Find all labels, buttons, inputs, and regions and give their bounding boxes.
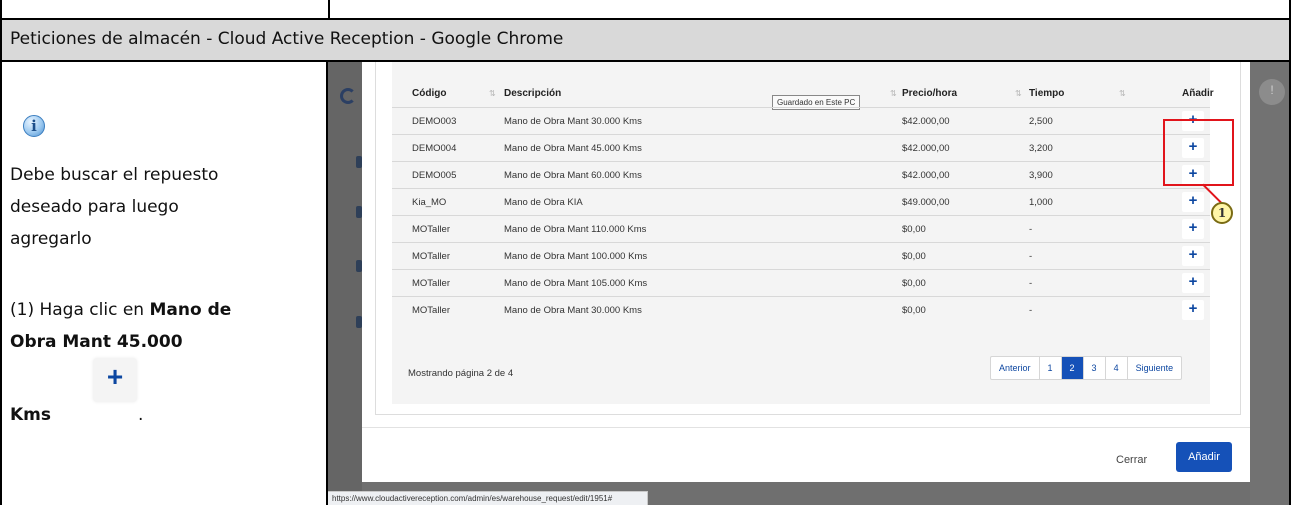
table-row: MOTaller Mano de Obra Mant 100.000 Kms $…	[392, 242, 1210, 269]
plus-icon: +	[1188, 192, 1198, 209]
sort-icon[interactable]: ⇅	[1015, 89, 1022, 98]
window-title: Peticiones de almacén - Cloud Active Rec…	[10, 29, 564, 49]
header-time[interactable]: Tiempo	[1029, 88, 1064, 99]
step-bold-3: Kms	[10, 405, 52, 425]
app-right-dimmed	[1250, 62, 1289, 505]
app-screenshot: ! Código ⇅ Descripción ⇅ Precio/hora ⇅ T…	[328, 62, 1289, 505]
step-prefix: (1) Haga clic en	[10, 300, 150, 320]
table-row: MOTaller Mano de Obra Mant 30.000 Kms $0…	[392, 296, 1210, 323]
step-bold-1: Mano de	[149, 300, 232, 320]
pagination: Anterior 1 2 3 4 Siguiente	[990, 356, 1183, 380]
cell-description: Mano de Obra Mant 30.000 Kms	[504, 116, 642, 127]
instruction-line-3: agregarlo	[10, 229, 92, 249]
instruction-line-1: Debe buscar el repuesto	[10, 165, 219, 185]
table-row: MOTaller Mano de Obra Mant 105.000 Kms $…	[392, 269, 1210, 296]
add-button-image: +	[93, 358, 137, 402]
add-button[interactable]: Añadir	[1176, 442, 1232, 472]
cell-code: MOTaller	[412, 251, 451, 262]
instruction-line-2: deseado para luego	[10, 197, 179, 217]
callout-number-badge: 1	[1211, 202, 1233, 224]
highlight-box	[1163, 119, 1234, 186]
instruction-step-end: Kms	[10, 399, 51, 431]
table-row: MOTaller Mano de Obra Mant 110.000 Kms $…	[392, 215, 1210, 242]
cell-price: $0,00	[902, 278, 926, 289]
add-row-button[interactable]: +	[1182, 219, 1204, 239]
close-button[interactable]: Cerrar	[1116, 454, 1147, 466]
cell-time: -	[1029, 251, 1033, 262]
add-row-button[interactable]: +	[1182, 273, 1204, 293]
window-title-bar: Peticiones de almacén - Cloud Active Rec…	[0, 20, 1291, 62]
step-suffix: .	[138, 405, 144, 425]
cell-code: MOTaller	[412, 305, 451, 316]
cell-description: Mano de Obra KIA	[504, 197, 583, 208]
add-labor-modal: Código ⇅ Descripción ⇅ Precio/hora ⇅ Tie…	[362, 62, 1250, 482]
header-description[interactable]: Descripción	[504, 88, 561, 99]
cell-code: MOTaller	[412, 278, 451, 289]
cell-price: $42.000,00	[902, 143, 950, 154]
pagination-page-active[interactable]: 2	[1061, 357, 1084, 379]
pagination-page[interactable]: 1	[1040, 357, 1062, 379]
plus-icon: +	[106, 361, 124, 392]
logo-icon	[340, 88, 356, 104]
plus-icon: +	[1188, 273, 1198, 290]
header-add: Añadir	[1182, 88, 1214, 99]
pagination-info: Mostrando página 2 de 4	[408, 368, 514, 379]
cell-time: -	[1029, 278, 1033, 289]
header-price[interactable]: Precio/hora	[902, 88, 957, 99]
table-row: DEMO005 Mano de Obra Mant 60.000 Kms $42…	[392, 161, 1210, 188]
table-row: Kia_MO Mano de Obra KIA $49.000,00 1,000…	[392, 188, 1210, 215]
pagination-next[interactable]: Siguiente	[1128, 357, 1182, 379]
pagination-page[interactable]: 3	[1084, 357, 1106, 379]
instruction-panel: i Debe buscar el repuesto deseado para l…	[0, 62, 328, 505]
cell-time: 3,900	[1029, 170, 1053, 181]
cell-price: $42.000,00	[902, 170, 950, 181]
cell-price: $0,00	[902, 305, 926, 316]
sort-icon[interactable]: ⇅	[489, 89, 496, 98]
status-bar-url: https://www.cloudactivereception.com/adm…	[328, 491, 648, 505]
pagination-prev[interactable]: Anterior	[991, 357, 1040, 379]
sort-icon[interactable]: ⇅	[1119, 89, 1126, 98]
cell-time: 2,500	[1029, 116, 1053, 127]
sort-icon[interactable]: ⇅	[890, 89, 897, 98]
modal-footer-divider	[362, 427, 1250, 428]
cell-price: $42.000,00	[902, 116, 950, 127]
cell-description: Mano de Obra Mant 105.000 Kms	[504, 278, 648, 289]
cell-description: Mano de Obra Mant 110.000 Kms	[504, 224, 647, 235]
cell-time: 3,200	[1029, 143, 1053, 154]
add-row-button[interactable]: +	[1182, 192, 1204, 212]
cell-time: -	[1029, 305, 1033, 316]
add-row-button[interactable]: +	[1182, 300, 1204, 320]
cell-description: Mano de Obra Mant 45.000 Kms	[504, 143, 642, 154]
step-bold-2: Obra Mant 45.000	[10, 332, 183, 352]
cell-description: Mano de Obra Mant 100.000 Kms	[504, 251, 648, 262]
app-sidebar-dimmed	[328, 62, 362, 505]
cell-code: DEMO003	[412, 116, 457, 127]
pagination-page[interactable]: 4	[1106, 357, 1128, 379]
user-avatar-icon: !	[1259, 79, 1285, 105]
plus-icon: +	[1188, 246, 1198, 263]
cell-price: $0,00	[902, 224, 926, 235]
labor-table: Código ⇅ Descripción ⇅ Precio/hora ⇅ Tie…	[392, 62, 1214, 404]
cell-description: Mano de Obra Mant 60.000 Kms	[504, 170, 642, 181]
info-icon: i	[23, 115, 45, 137]
instruction-step-cont: Obra Mant 45.000	[10, 326, 183, 358]
cell-time: -	[1029, 224, 1033, 235]
table-top-strip	[0, 0, 1291, 20]
cell-code: Kia_MO	[412, 197, 447, 208]
instruction-step: (1) Haga clic en Mano de	[10, 294, 231, 326]
table-row: DEMO003 Mano de Obra Mant 30.000 Kms $42…	[392, 107, 1210, 134]
cell-code: MOTaller	[412, 224, 451, 235]
cell-code: DEMO005	[412, 170, 457, 181]
cell-code: DEMO004	[412, 143, 457, 154]
header-code[interactable]: Código	[412, 88, 446, 99]
cell-time: 1,000	[1029, 197, 1053, 208]
table-row: DEMO004 Mano de Obra Mant 45.000 Kms $42…	[392, 134, 1210, 161]
cell-price: $49.000,00	[902, 197, 950, 208]
add-row-button[interactable]: +	[1182, 246, 1204, 266]
cell-description: Mano de Obra Mant 30.000 Kms	[504, 305, 642, 316]
plus-icon: +	[1188, 219, 1198, 236]
plus-icon: +	[1188, 300, 1198, 317]
cell-price: $0,00	[902, 251, 926, 262]
